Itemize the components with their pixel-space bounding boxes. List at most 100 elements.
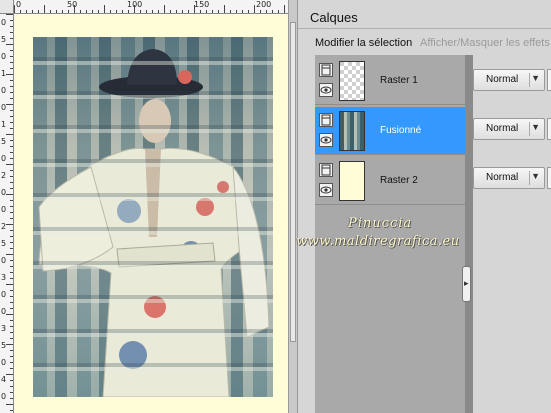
ruler-tick: [50, 10, 51, 13]
ruler-tick: [10, 356, 13, 357]
blend-mode-select-raster-2[interactable]: Normal ▼: [473, 167, 545, 189]
ruler-label-0: 0: [16, 0, 22, 9]
ruler-tick: [224, 5, 225, 13]
ruler-tick: [10, 296, 13, 297]
ruler-label: 0: [1, 358, 7, 367]
ruler-tick: [6, 374, 13, 375]
ruler-tick: [10, 110, 13, 111]
layer-thumbnail: [339, 61, 365, 101]
ruler-tick: [10, 122, 13, 123]
ruler-tick: [10, 50, 13, 51]
opacity-field[interactable]: [547, 69, 551, 91]
ruler-tick: [242, 10, 243, 13]
eye-icon[interactable]: [319, 83, 333, 97]
ruler-tick: [98, 10, 99, 13]
ruler-label: 1: [1, 120, 7, 129]
ruler-tick: [10, 242, 13, 243]
ruler-tick: [272, 10, 273, 13]
ruler-tick: [10, 140, 13, 141]
ruler-tick: [10, 278, 13, 279]
ruler-tick: [134, 5, 135, 13]
ruler-tick: [10, 398, 13, 399]
dropdown-arrow-icon: ▼: [531, 122, 540, 132]
ruler-tick: [92, 10, 93, 13]
ruler-label: 3: [1, 273, 7, 282]
panel-splitter[interactable]: [465, 55, 473, 413]
ruler-tick: [10, 236, 13, 237]
splitter-handle[interactable]: ▸: [462, 266, 471, 302]
ruler-label: 2: [1, 171, 7, 180]
eye-icon[interactable]: [319, 133, 333, 147]
ruler-tick: [188, 10, 189, 13]
ruler-tick: [10, 362, 13, 363]
blend-mode-select-fusionne[interactable]: Normal ▼: [473, 118, 545, 140]
ruler-tick: [10, 392, 13, 393]
ruler-tick: [10, 98, 13, 99]
ruler-label: 5: [1, 239, 7, 248]
ruler-tick: [278, 10, 279, 13]
ruler-label: 0: [1, 18, 7, 27]
ruler-tick: [10, 80, 13, 81]
ruler-tick: [10, 206, 13, 207]
ruler-tick: [6, 284, 13, 285]
toggle-effects-button[interactable]: Afficher/Masquer les effets: [420, 37, 550, 49]
ruler-tick: [230, 10, 231, 13]
layer-row-raster-1[interactable]: Raster 1: [315, 57, 465, 105]
ruler-tick: [10, 212, 13, 213]
eye-icon[interactable]: [319, 183, 333, 197]
blend-mode-value: Normal: [486, 172, 519, 183]
ruler-tick: [10, 272, 13, 273]
ruler-tick: [194, 5, 195, 13]
layer-group-icon[interactable]: [319, 113, 333, 127]
layer-row-raster-2[interactable]: Raster 2: [315, 157, 465, 205]
ruler-label: 4: [1, 375, 7, 384]
opacity-field[interactable]: [547, 118, 551, 140]
ruler-tick: [10, 218, 13, 219]
layers-panel: Calques Modifier la sélection Afficher/M…: [297, 0, 551, 413]
ruler-label: 0: [1, 188, 7, 197]
ruler-tick: [10, 170, 13, 171]
layer-name: Raster 2: [380, 175, 418, 186]
vertical-ruler[interactable]: 05010015020025030035040: [0, 14, 14, 413]
ruler-tick: [200, 10, 201, 13]
layer-row-fusionne[interactable]: Fusionné: [315, 107, 465, 155]
ruler-tick: [62, 10, 63, 13]
ruler-tick: [176, 10, 177, 13]
ruler-label: 0: [1, 154, 7, 163]
ruler-tick: [218, 10, 219, 13]
ruler-tick: [6, 14, 13, 15]
ruler-tick: [10, 116, 13, 117]
ruler-tick: [10, 32, 13, 33]
ruler-tick: [10, 266, 13, 267]
ruler-tick: [10, 56, 13, 57]
ruler-tick: [6, 44, 13, 45]
ruler-tick: [146, 10, 147, 13]
ruler-tick: [6, 194, 13, 195]
ruler-tick: [32, 10, 33, 13]
ruler-label: 0: [1, 256, 7, 265]
ruler-tick: [10, 248, 13, 249]
modify-selection-button[interactable]: Modifier la sélection: [315, 37, 412, 49]
divider: [529, 171, 530, 185]
ruler-label: 0: [1, 86, 7, 95]
blend-mode-select-raster-1[interactable]: Normal ▼: [473, 69, 545, 91]
layer-group-icon[interactable]: [319, 63, 333, 77]
ruler-tick: [152, 10, 153, 13]
ruler-tick: [260, 10, 261, 13]
scrollbar-thumb[interactable]: [290, 22, 296, 342]
horizontal-ruler[interactable]: 0 50 100 150 200: [0, 0, 288, 14]
ruler-tick: [10, 230, 13, 231]
ruler-tick: [10, 26, 13, 27]
ruler-tick: [164, 5, 165, 13]
canvas-vertical-scrollbar[interactable]: [288, 0, 297, 413]
ruler-tick: [6, 314, 13, 315]
panel-title: Calques: [310, 10, 358, 25]
opacity-field[interactable]: [547, 167, 551, 189]
ruler-tick: [128, 10, 129, 13]
ruler-tick: [14, 5, 15, 13]
ruler-label: 0: [1, 52, 7, 61]
artwork-image[interactable]: [33, 37, 273, 397]
ruler-tick: [6, 104, 13, 105]
layer-group-icon[interactable]: [319, 163, 333, 177]
panel-divider: [298, 28, 551, 29]
